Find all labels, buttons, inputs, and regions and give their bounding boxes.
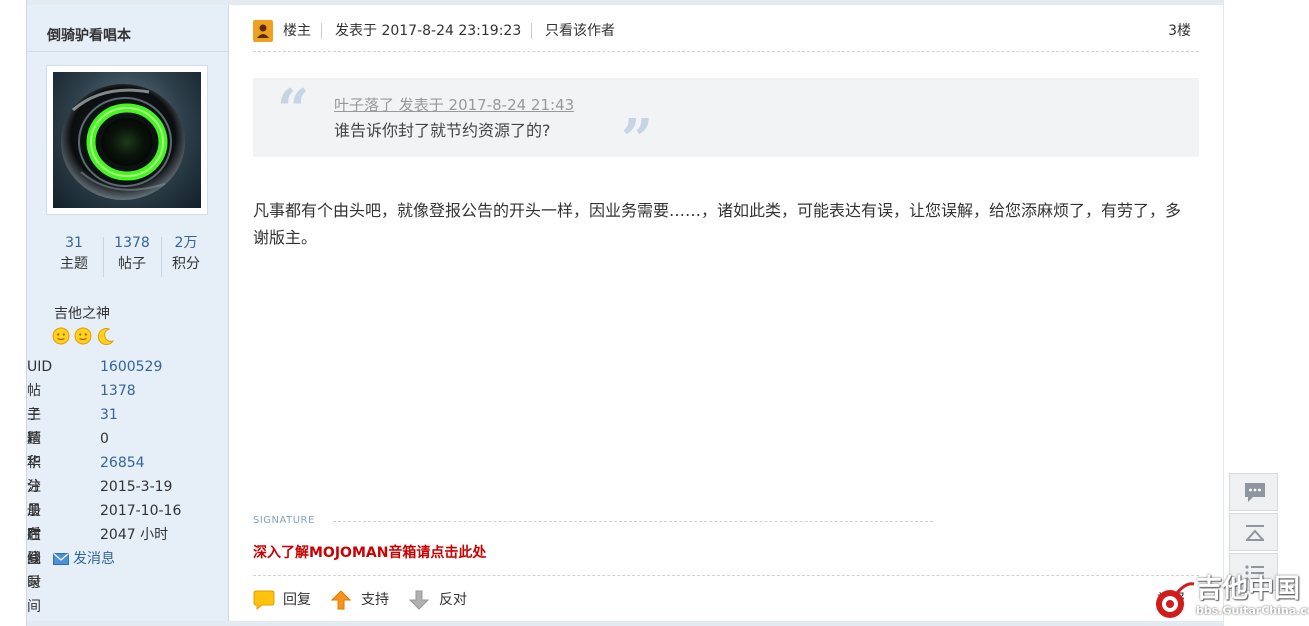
profile-value[interactable]: 1378 — [100, 379, 136, 403]
floor-number[interactable]: 3楼 — [1168, 21, 1191, 41]
support-button[interactable]: 支持 — [331, 588, 395, 612]
stat-posts[interactable]: 1378 帖子 — [105, 233, 159, 275]
sun-rank-icon — [52, 327, 70, 345]
signature-label: SIGNATURE — [253, 515, 315, 526]
avatar-orb-image — [61, 84, 185, 200]
thread-starter-label: 楼主 — [283, 23, 311, 39]
stat-divider — [103, 237, 104, 277]
profile-value: 2015-3-19 — [100, 479, 173, 495]
back-to-top-button[interactable] — [1229, 513, 1278, 551]
author-name[interactable]: 倒骑驴看唱本 — [47, 25, 131, 45]
oppose-label: 反对 — [439, 592, 467, 608]
rank-stars — [52, 327, 115, 347]
header-divider — [531, 23, 532, 39]
post-actions: 回复 支持 反对 举报 — [253, 575, 1199, 622]
stat-label: 积分 — [172, 256, 200, 272]
profile-key: UID — [27, 359, 53, 375]
send-message-label: 发消息 — [73, 551, 115, 567]
comment-icon — [1245, 483, 1265, 502]
watermark-en: bbs.GuitarChina.com — [1196, 604, 1309, 617]
post-content-column: 楼主 发表于 2017-8-24 23:19:23 只看该作者 3楼 “ 叶子落… — [229, 5, 1223, 621]
signature-divider — [333, 521, 933, 522]
reply-label: 回复 — [283, 592, 311, 608]
post-header: 楼主 发表于 2017-8-24 23:19:23 只看该作者 3楼 — [253, 5, 1199, 52]
signature-link[interactable]: 深入了解MOJOMAN音箱请点击此处 — [253, 543, 486, 563]
site-watermark: 吉他中国 bbs.GuitarChina.com — [1152, 574, 1309, 622]
stat-credits[interactable]: 2万 积分 — [159, 233, 213, 275]
quote-block: “ 叶子落了 发表于 2017-8-24 21:43 谁告诉你封了就节约资源了的… — [253, 77, 1199, 168]
send-message-link[interactable]: 发消息 — [53, 549, 115, 569]
guitarchina-logo-icon — [1156, 582, 1195, 618]
stat-value[interactable]: 2万 — [159, 233, 213, 253]
arrow-down-icon — [409, 590, 429, 610]
quote-cite-link[interactable]: 叶子落了 发表于 2017-8-24 21:43 — [334, 95, 574, 115]
stat-threads[interactable]: 31 主题 — [47, 233, 101, 275]
stat-label: 帖子 — [118, 256, 146, 272]
post-frame: 倒骑驴看唱本 31 主题 1378 帖子 2万 积分 吉他之神 UID 1600… — [26, 0, 1224, 626]
only-author-link[interactable]: 只看该作者 — [545, 21, 615, 41]
quote-text: 谁告诉你封了就节约资源了的? — [334, 121, 551, 140]
user-group[interactable]: 吉他之神 — [54, 303, 110, 323]
profile-value[interactable]: 26854 — [100, 451, 145, 475]
stat-value[interactable]: 1378 — [105, 233, 159, 253]
watermark-cn: 吉他中国 — [1196, 574, 1301, 604]
author-stats: 31 主题 1378 帖子 2万 积分 — [47, 233, 211, 281]
sun-rank-icon — [74, 327, 92, 345]
post-timestamp: 发表于 2017-8-24 23:19:23 — [335, 23, 522, 39]
bottom-divider — [27, 621, 1223, 626]
profile-value[interactable]: 1600529 — [100, 355, 162, 379]
profile-value: 2017-10-16 — [100, 503, 182, 519]
reply-bubble-icon — [253, 590, 275, 610]
profile-value: 0 — [100, 431, 109, 447]
reply-button[interactable]: 回复 — [253, 588, 317, 612]
support-label: 支持 — [361, 592, 389, 608]
open-quote-icon: “ — [277, 77, 310, 143]
stat-label: 主题 — [60, 256, 88, 272]
close-quote-icon: ” — [621, 107, 654, 173]
author-sidebar: 倒骑驴看唱本 31 主题 1378 帖子 2万 积分 吉他之神 UID 1600… — [27, 5, 229, 621]
thread-starter-icon — [253, 20, 273, 42]
avatar[interactable] — [53, 72, 201, 208]
profile-value[interactable]: 31 — [100, 403, 118, 427]
profile-key: 在线时间 — [27, 527, 41, 615]
back-to-top-icon — [1246, 525, 1264, 541]
post-body: 凡事都有个由头吧，就像登报公告的开头一样，因业务需要……，诸如此类，可能表达有误… — [253, 201, 1182, 247]
quick-reply-button[interactable] — [1229, 473, 1278, 511]
oppose-button[interactable]: 反对 — [409, 588, 473, 612]
moon-rank-icon — [97, 328, 115, 345]
profile-value: 2047 小时 — [100, 527, 169, 543]
arrow-up-icon — [331, 590, 351, 610]
stat-value[interactable]: 31 — [47, 233, 101, 253]
envelope-icon — [53, 553, 69, 565]
author-header-divider — [27, 51, 228, 52]
header-divider — [321, 23, 322, 39]
avatar-frame[interactable] — [46, 65, 208, 215]
